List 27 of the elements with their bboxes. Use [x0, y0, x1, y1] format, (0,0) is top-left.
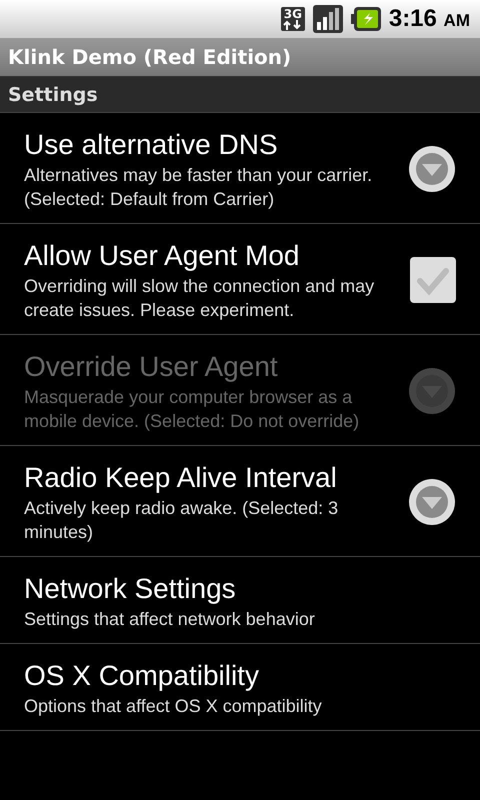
settings-item[interactable]: Radio Keep Alive Interval Actively keep radio awake. (Selected: 3 minutes) [0, 446, 480, 557]
settings-item[interactable]: Use alternative DNS Alternatives may be faster than your carrier. (Selected: Default from Carrier) [0, 113, 480, 224]
item-summary: Settings that affect network behavior [24, 608, 316, 631]
item-summary: Alternatives may be faster than your carrier. (Selected: Default from Carrier) [24, 164, 374, 211]
section-title: Settings [8, 84, 98, 106]
dropdown-icon [408, 367, 456, 415]
item-summary: Options that affect OS X compatibility [24, 695, 323, 718]
clock: 3:16 AM [388, 5, 470, 33]
window-title: Klink Demo (Red Edition) [8, 45, 292, 69]
network-icon: 3G [280, 7, 305, 31]
item-title: OS X Compatibility [24, 659, 260, 693]
settings-item[interactable]: Allow User Agent Mod Overriding will slow the connection and may create issues. Please experiment. [0, 224, 480, 335]
item-title: Override User Agent [24, 350, 279, 384]
item-summary: Actively keep radio awake. (Selected: 3 minutes) [24, 497, 340, 544]
battery-icon [350, 7, 381, 31]
item-title: Allow User Agent Mod [24, 239, 300, 273]
dropdown-icon [408, 478, 456, 526]
checkbox[interactable] [410, 257, 456, 303]
signal-icon [312, 5, 343, 33]
settings-item[interactable]: Network Settings Settings that affect network behavior [0, 557, 480, 644]
item-title: Network Settings [24, 572, 237, 606]
item-title: Radio Keep Alive Interval [24, 461, 338, 495]
item-summary: Masquerade your computer browser as a mobile device. (Selected: Do not override) [24, 386, 360, 433]
item-title: Use alternative DNS [24, 128, 279, 162]
settings-item[interactable]: OS X Compatibility Options that affect OS X compatibility [0, 644, 480, 731]
dropdown-icon [408, 145, 456, 193]
item-summary: Overriding will slow the connection and may create issues. Please experiment. [24, 275, 376, 322]
